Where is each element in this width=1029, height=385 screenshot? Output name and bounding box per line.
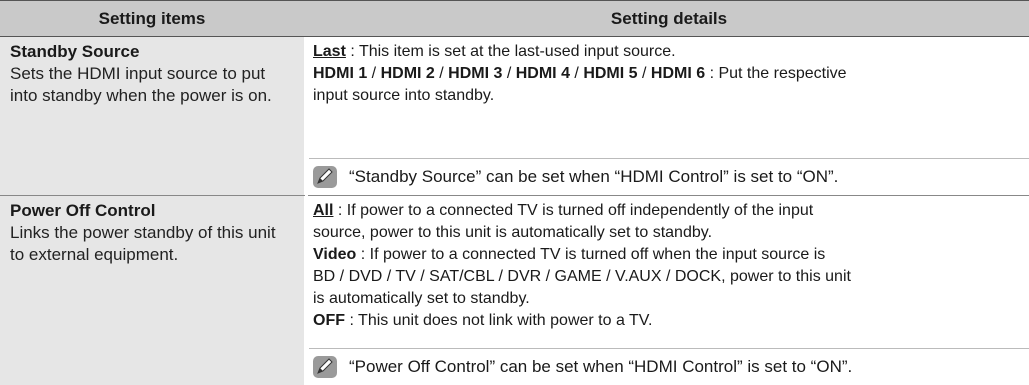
option-all: All	[313, 202, 334, 219]
option-video-text: : If power to a connected TV is turned o…	[356, 246, 826, 263]
note-power-off-control: “Power Off Control” can be set when “HDM…	[309, 348, 1029, 384]
option-last-text: : This item is set at the last-used inpu…	[345, 43, 676, 60]
detail-line: input source into standby.	[313, 87, 495, 104]
item-title: Standby Source	[10, 42, 140, 61]
item-title: Power Off Control	[10, 201, 156, 220]
option-hdmi-text: : Put the respective	[705, 65, 847, 82]
option-video: Video	[313, 246, 357, 263]
detail-line: All : If power to a connected TV is turn…	[313, 200, 1015, 222]
note-text: “Standby Source” can be set when “HDMI C…	[349, 167, 839, 186]
option-all-text: : If power to a connected TV is turned o…	[333, 202, 814, 219]
separator: /	[569, 65, 584, 82]
row-power-off-control-details: All : If power to a connected TV is turn…	[309, 196, 1029, 348]
header-setting-details: Setting details	[610, 9, 728, 28]
detail-line: OFF : This unit does not link with power…	[313, 310, 1015, 332]
detail-line: source, power to this unit is automatica…	[313, 224, 713, 241]
detail-line: HDMI 1 / HDMI 2 / HDMI 3 / HDMI 4 / HDMI…	[313, 63, 1015, 85]
row-power-off-control-item: Power Off Control Links the power standb…	[0, 196, 304, 385]
option-hdmi-1: HDMI 1	[313, 65, 368, 82]
separator: /	[637, 65, 651, 82]
pencil-note-icon	[313, 166, 337, 188]
option-hdmi-2: HDMI 2	[380, 65, 435, 82]
detail-line: is automatically set to standby.	[313, 290, 530, 307]
separator: /	[367, 65, 381, 82]
option-hdmi-6: HDMI 6	[650, 65, 706, 82]
table-header: Setting items Setting details	[0, 0, 1029, 37]
row-standby-source-details: Last : This item is set at the last-used…	[309, 37, 1029, 159]
option-hdmi-5: HDMI 5	[583, 65, 638, 82]
note-text: “Power Off Control” can be set when “HDM…	[349, 357, 853, 376]
separator: /	[502, 65, 516, 82]
detail-line: Video : If power to a connected TV is tu…	[313, 244, 1015, 266]
option-off: OFF	[313, 312, 345, 329]
pencil-note-icon	[313, 356, 337, 378]
option-hdmi-3: HDMI 3	[448, 65, 503, 82]
note-standby-source: “Standby Source” can be set when “HDMI C…	[309, 158, 1029, 194]
item-description: Links the power standby of this unit to …	[10, 223, 276, 264]
detail-line: Last : This item is set at the last-used…	[313, 41, 1015, 63]
column-gutter	[305, 37, 308, 385]
detail-line: BD / DVD / TV / SAT/CBL / DVR / GAME / V…	[313, 268, 851, 285]
option-last: Last	[313, 43, 346, 60]
separator: /	[434, 65, 449, 82]
option-hdmi-4: HDMI 4	[515, 65, 570, 82]
item-description: Sets the HDMI input source to put into s…	[10, 64, 272, 105]
option-off-text: : This unit does not link with power to …	[345, 312, 653, 329]
header-setting-items: Setting items	[98, 9, 206, 28]
row-standby-source-item: Standby Source Sets the HDMI input sourc…	[0, 37, 304, 195]
